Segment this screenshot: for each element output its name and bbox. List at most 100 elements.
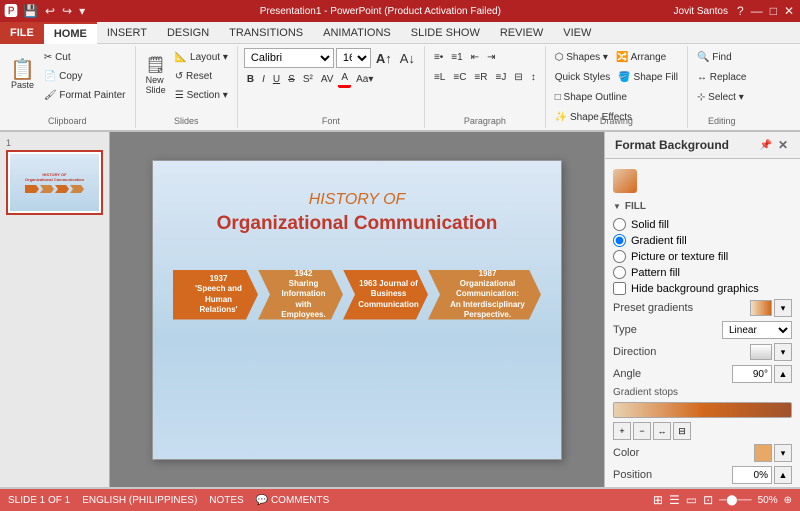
linespacing-button[interactable]: ↕ <box>528 68 539 86</box>
picture-fill-radio[interactable] <box>613 250 626 263</box>
tab-view[interactable]: VIEW <box>553 22 601 44</box>
view-outline-button[interactable]: ☰ <box>669 493 680 507</box>
arrow-3[interactable]: 1963 Journal of Business Communication <box>343 270 428 320</box>
undo-qa-button[interactable]: ↩ <box>43 4 57 18</box>
copy-button[interactable]: 📄 Copy <box>41 67 129 85</box>
tab-animations[interactable]: ANIMATIONS <box>313 22 401 44</box>
pattern-fill-option[interactable]: Pattern fill <box>613 266 792 279</box>
tab-transitions[interactable]: TRANSITIONS <box>219 22 313 44</box>
main-area: 1 HISTORY OF Organizational Communicatio… <box>0 132 800 487</box>
align-left-button[interactable]: ≡L <box>431 68 448 86</box>
add-stop-button[interactable]: + <box>613 422 631 440</box>
save-qa-button[interactable]: 💾 <box>21 4 40 18</box>
hide-background-row[interactable]: Hide background graphics <box>613 282 792 295</box>
color-swatch[interactable] <box>754 444 772 462</box>
hide-background-checkbox[interactable] <box>613 282 626 295</box>
new-slide-button[interactable]: 🗒 NewSlide <box>142 48 170 102</box>
type-select[interactable]: Linear Radial Rectangular Path <box>722 321 792 339</box>
preset-gradient-dropdown[interactable]: ▾ <box>774 299 792 317</box>
justify-button[interactable]: ≡J <box>492 68 509 86</box>
format-panel-content: FILL Solid fill Gradient fill Picture or… <box>605 159 800 487</box>
underline-button[interactable]: U <box>270 70 283 88</box>
qa-dropdown-button[interactable]: ▾ <box>77 4 87 18</box>
maximize-button[interactable]: □ <box>768 4 779 18</box>
pin-button[interactable]: 📌 <box>757 140 773 151</box>
tab-review[interactable]: REVIEW <box>490 22 553 44</box>
shadow-button[interactable]: S² <box>300 70 316 88</box>
charspacing-button[interactable]: AV <box>318 70 337 88</box>
minimize-button[interactable]: — <box>749 4 765 18</box>
increase-font-button[interactable]: A↑ <box>373 49 395 67</box>
close-button[interactable]: ✕ <box>782 4 796 18</box>
app-icon: 🅿 <box>4 1 18 21</box>
decrease-indent-button[interactable]: ⇤ <box>468 48 482 66</box>
direction-dropdown[interactable]: ▾ <box>774 343 792 361</box>
bold-button[interactable]: B <box>244 70 257 88</box>
gradient-fill-radio[interactable] <box>613 234 626 247</box>
app-title: Presentation1 - PowerPoint (Product Acti… <box>90 6 670 17</box>
italic-button[interactable]: I <box>259 70 268 88</box>
even-distribute-button[interactable]: ⊟ <box>673 422 691 440</box>
position-input[interactable] <box>732 466 772 484</box>
tab-home[interactable]: HOME <box>44 22 97 44</box>
view-normal-button[interactable]: ⊞ <box>653 493 663 507</box>
gradient-fill-option[interactable]: Gradient fill <box>613 234 792 247</box>
reverse-stops-button[interactable]: ↔ <box>653 422 671 440</box>
font-family-select[interactable]: Calibri <box>244 48 334 68</box>
arrow-2[interactable]: 1942 Sharing Information with Employees. <box>258 270 343 320</box>
redo-qa-button[interactable]: ↪ <box>60 4 74 18</box>
view-slide-button[interactable]: ▭ <box>686 493 697 507</box>
picture-fill-option[interactable]: Picture or texture fill <box>613 250 792 263</box>
shape-fill-button[interactable]: 🪣 Shape Fill <box>615 68 681 86</box>
solid-fill-radio[interactable] <box>613 218 626 231</box>
angle-up-button[interactable]: ▲ <box>774 365 792 383</box>
pattern-fill-radio[interactable] <box>613 266 626 279</box>
format-painter-button[interactable]: 🖌 Format Painter <box>41 86 129 104</box>
tab-design[interactable]: DESIGN <box>157 22 219 44</box>
file-tab[interactable]: FILE <box>0 22 44 44</box>
remove-stop-button[interactable]: − <box>633 422 651 440</box>
find-button[interactable]: 🔍 Find <box>694 48 735 66</box>
select-button[interactable]: ⊹ Select ▾ <box>694 88 747 106</box>
angle-input[interactable] <box>732 365 772 383</box>
numbering-button[interactable]: ≡1 <box>448 48 465 66</box>
cut-button[interactable]: ✂ Cut <box>41 48 129 66</box>
quick-styles-button[interactable]: Quick Styles <box>552 68 614 86</box>
arrange-button[interactable]: 🔀 Arrange <box>613 48 669 66</box>
shapes-button[interactable]: ⬡ Shapes ▾ <box>552 48 611 66</box>
tab-slideshow[interactable]: SLIDE SHOW <box>401 22 490 44</box>
comments-button[interactable]: 💬 COMMENTS <box>256 495 330 506</box>
columns-button[interactable]: ⊟ <box>511 68 525 86</box>
increase-indent-button[interactable]: ⇥ <box>484 48 498 66</box>
shape-outline-button[interactable]: □ Shape Outline <box>552 88 630 106</box>
zoom-slider[interactable]: ─⬤── <box>719 495 751 506</box>
tab-insert[interactable]: INSERT <box>97 22 157 44</box>
bullets-button[interactable]: ≡• <box>431 48 446 66</box>
direction-label: Direction <box>613 346 656 358</box>
help-button[interactable]: ? <box>735 4 746 18</box>
arrow-1[interactable]: 1937 'Speech and Human Relations' <box>173 270 258 320</box>
slide-canvas[interactable]: HISTORY OF Organizational Communication … <box>152 160 562 460</box>
font-size-select[interactable]: 16 <box>336 48 371 68</box>
reset-button[interactable]: ↺ Reset <box>172 67 231 85</box>
solid-fill-option[interactable]: Solid fill <box>613 218 792 231</box>
font-color-button[interactable]: A <box>338 70 351 88</box>
position-up-button[interactable]: ▲ <box>774 466 792 484</box>
strikethrough-button[interactable]: S <box>285 70 298 88</box>
slide-thumbnail[interactable]: HISTORY OF Organizational Communication <box>6 150 103 215</box>
replace-button[interactable]: ↔ Replace <box>694 68 749 86</box>
align-right-button[interactable]: ≡R <box>471 68 490 86</box>
notes-button[interactable]: NOTES <box>209 495 243 506</box>
color-dropdown[interactable]: ▾ <box>774 444 792 462</box>
fit-button[interactable]: ⊕ <box>784 495 792 506</box>
view-reading-button[interactable]: ⊡ <box>703 493 713 507</box>
fontcase-button[interactable]: Aa▾ <box>353 70 376 88</box>
close-panel-button[interactable]: ✕ <box>776 138 790 152</box>
paste-button[interactable]: 📋 Paste <box>6 48 39 102</box>
align-center-button[interactable]: ≡C <box>450 68 469 86</box>
section-button[interactable]: ☰ Section ▾ <box>172 86 231 104</box>
decrease-font-button[interactable]: A↓ <box>397 49 418 67</box>
arrow-4[interactable]: 1987 Organizational Communication: An In… <box>428 270 541 320</box>
editing-label: Editing <box>688 116 755 126</box>
layout-button[interactable]: 📐 Layout ▾ <box>172 48 231 66</box>
